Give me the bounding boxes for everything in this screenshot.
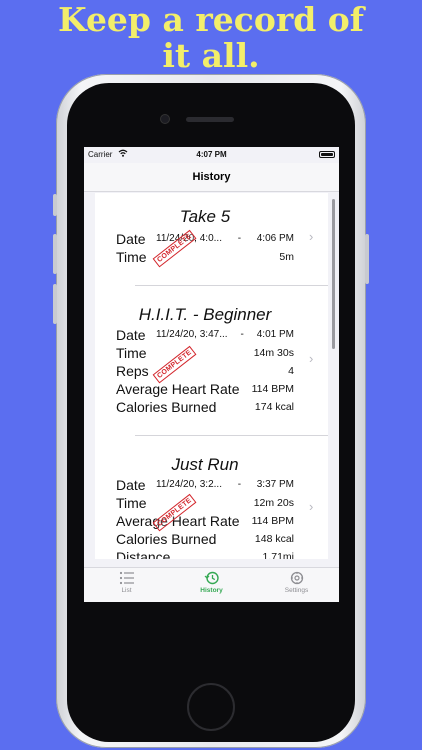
- date-label: Date: [116, 327, 146, 343]
- tab-bar: List History Settings: [84, 567, 339, 602]
- date-end: 3:37 PM: [256, 479, 294, 490]
- time-row: Time 12m 20s: [116, 495, 294, 513]
- time-label: Time: [116, 345, 147, 361]
- distance-row: Distance 1.71mi: [116, 549, 294, 559]
- time-value: 5m: [279, 251, 294, 263]
- date-row: Date 11/24/20, 4:0... - 4:06 PM: [116, 231, 294, 249]
- heart-rate-value: 114 BPM: [251, 383, 294, 395]
- heart-rate-row: Average Heart Rate 114 BPM: [116, 513, 294, 531]
- reps-value: 4: [288, 365, 294, 377]
- date-range: 11/24/20, 3:47... - 4:01 PM: [156, 329, 294, 340]
- reps-row: Reps 4: [116, 363, 294, 381]
- status-bar: Carrier 4:07 PM: [84, 147, 339, 163]
- page-title: History: [192, 171, 231, 183]
- calories-row: Calories Burned 174 kcal: [116, 399, 294, 417]
- app-screen: Carrier 4:07 PM History Take 5 Date 11/2…: [84, 147, 339, 602]
- date-row: Date 11/24/20, 3:2... - 3:37 PM: [116, 477, 294, 495]
- date-end: 4:01 PM: [256, 329, 294, 340]
- volume-up-button: [53, 234, 57, 274]
- list-icon: [119, 571, 134, 585]
- battery-icon: [319, 151, 335, 158]
- calories-value: 148 kcal: [254, 533, 294, 545]
- tab-list-label: List: [121, 587, 132, 594]
- chevron-right-icon: ›: [309, 499, 314, 514]
- date-row: Date 11/24/20, 3:47... - 4:01 PM: [116, 327, 294, 345]
- workout-title: H.I.I.T. - Beginner: [138, 305, 272, 324]
- tab-settings[interactable]: Settings: [254, 571, 339, 594]
- headline-line-2: it all.: [162, 36, 260, 75]
- calories-value: 174 kcal: [254, 401, 294, 413]
- heart-rate-value: 114 BPM: [251, 515, 294, 527]
- workout-title: Just Run: [171, 455, 239, 474]
- divider: [135, 285, 328, 286]
- front-camera: [160, 114, 170, 124]
- calories-row: Calories Burned 148 kcal: [116, 531, 294, 549]
- mute-switch: [53, 194, 57, 216]
- calories-label: Calories Burned: [116, 399, 217, 415]
- heart-rate-label: Average Heart Rate: [116, 381, 240, 397]
- status-time: 4:07 PM: [196, 150, 227, 159]
- date-label: Date: [116, 477, 146, 493]
- date-end: 4:06 PM: [256, 233, 294, 244]
- history-list[interactable]: Take 5 Date 11/24/20, 4:0... - 4:06 PM T…: [95, 193, 328, 559]
- chevron-right-icon: ›: [309, 351, 314, 366]
- date-start: 11/24/20, 3:2...: [156, 479, 222, 490]
- calories-label: Calories Burned: [116, 531, 217, 547]
- date-label: Date: [116, 231, 146, 247]
- date-dash: -: [237, 479, 242, 490]
- distance-label: Distance: [116, 549, 171, 559]
- time-label: Time: [116, 495, 147, 511]
- date-start: 11/24/20, 3:47...: [156, 329, 228, 340]
- date-dash: -: [237, 233, 242, 244]
- nav-bar: History: [84, 163, 339, 192]
- distance-value: 1.71mi: [262, 551, 294, 559]
- power-button: [365, 234, 369, 284]
- history-icon: [204, 571, 219, 585]
- date-dash: -: [240, 329, 244, 340]
- scrollbar[interactable]: [332, 199, 335, 349]
- gear-icon: [290, 571, 303, 585]
- heart-rate-row: Average Heart Rate 114 BPM: [116, 381, 294, 399]
- headline: Keep a record of it all.: [0, 2, 422, 74]
- headline-line-1: Keep a record of: [57, 0, 365, 39]
- time-value: 12m 20s: [253, 497, 294, 509]
- divider: [135, 435, 328, 436]
- time-row: Time 14m 30s: [116, 345, 294, 363]
- tab-settings-label: Settings: [284, 587, 309, 594]
- time-row: Time 5m: [116, 249, 294, 267]
- tab-history[interactable]: History: [169, 571, 254, 594]
- reps-label: Reps: [116, 363, 149, 379]
- time-value: 14m 30s: [253, 347, 294, 359]
- tab-list[interactable]: List: [84, 571, 169, 594]
- date-range: 11/24/20, 3:2... - 3:37 PM: [156, 479, 294, 490]
- tab-history-label: History: [200, 587, 223, 594]
- workout-title: Take 5: [179, 207, 231, 226]
- time-label: Time: [116, 249, 147, 265]
- volume-down-button: [53, 284, 57, 324]
- home-button[interactable]: [187, 683, 235, 731]
- earpiece-speaker: [186, 117, 234, 122]
- chevron-right-icon: ›: [309, 229, 314, 244]
